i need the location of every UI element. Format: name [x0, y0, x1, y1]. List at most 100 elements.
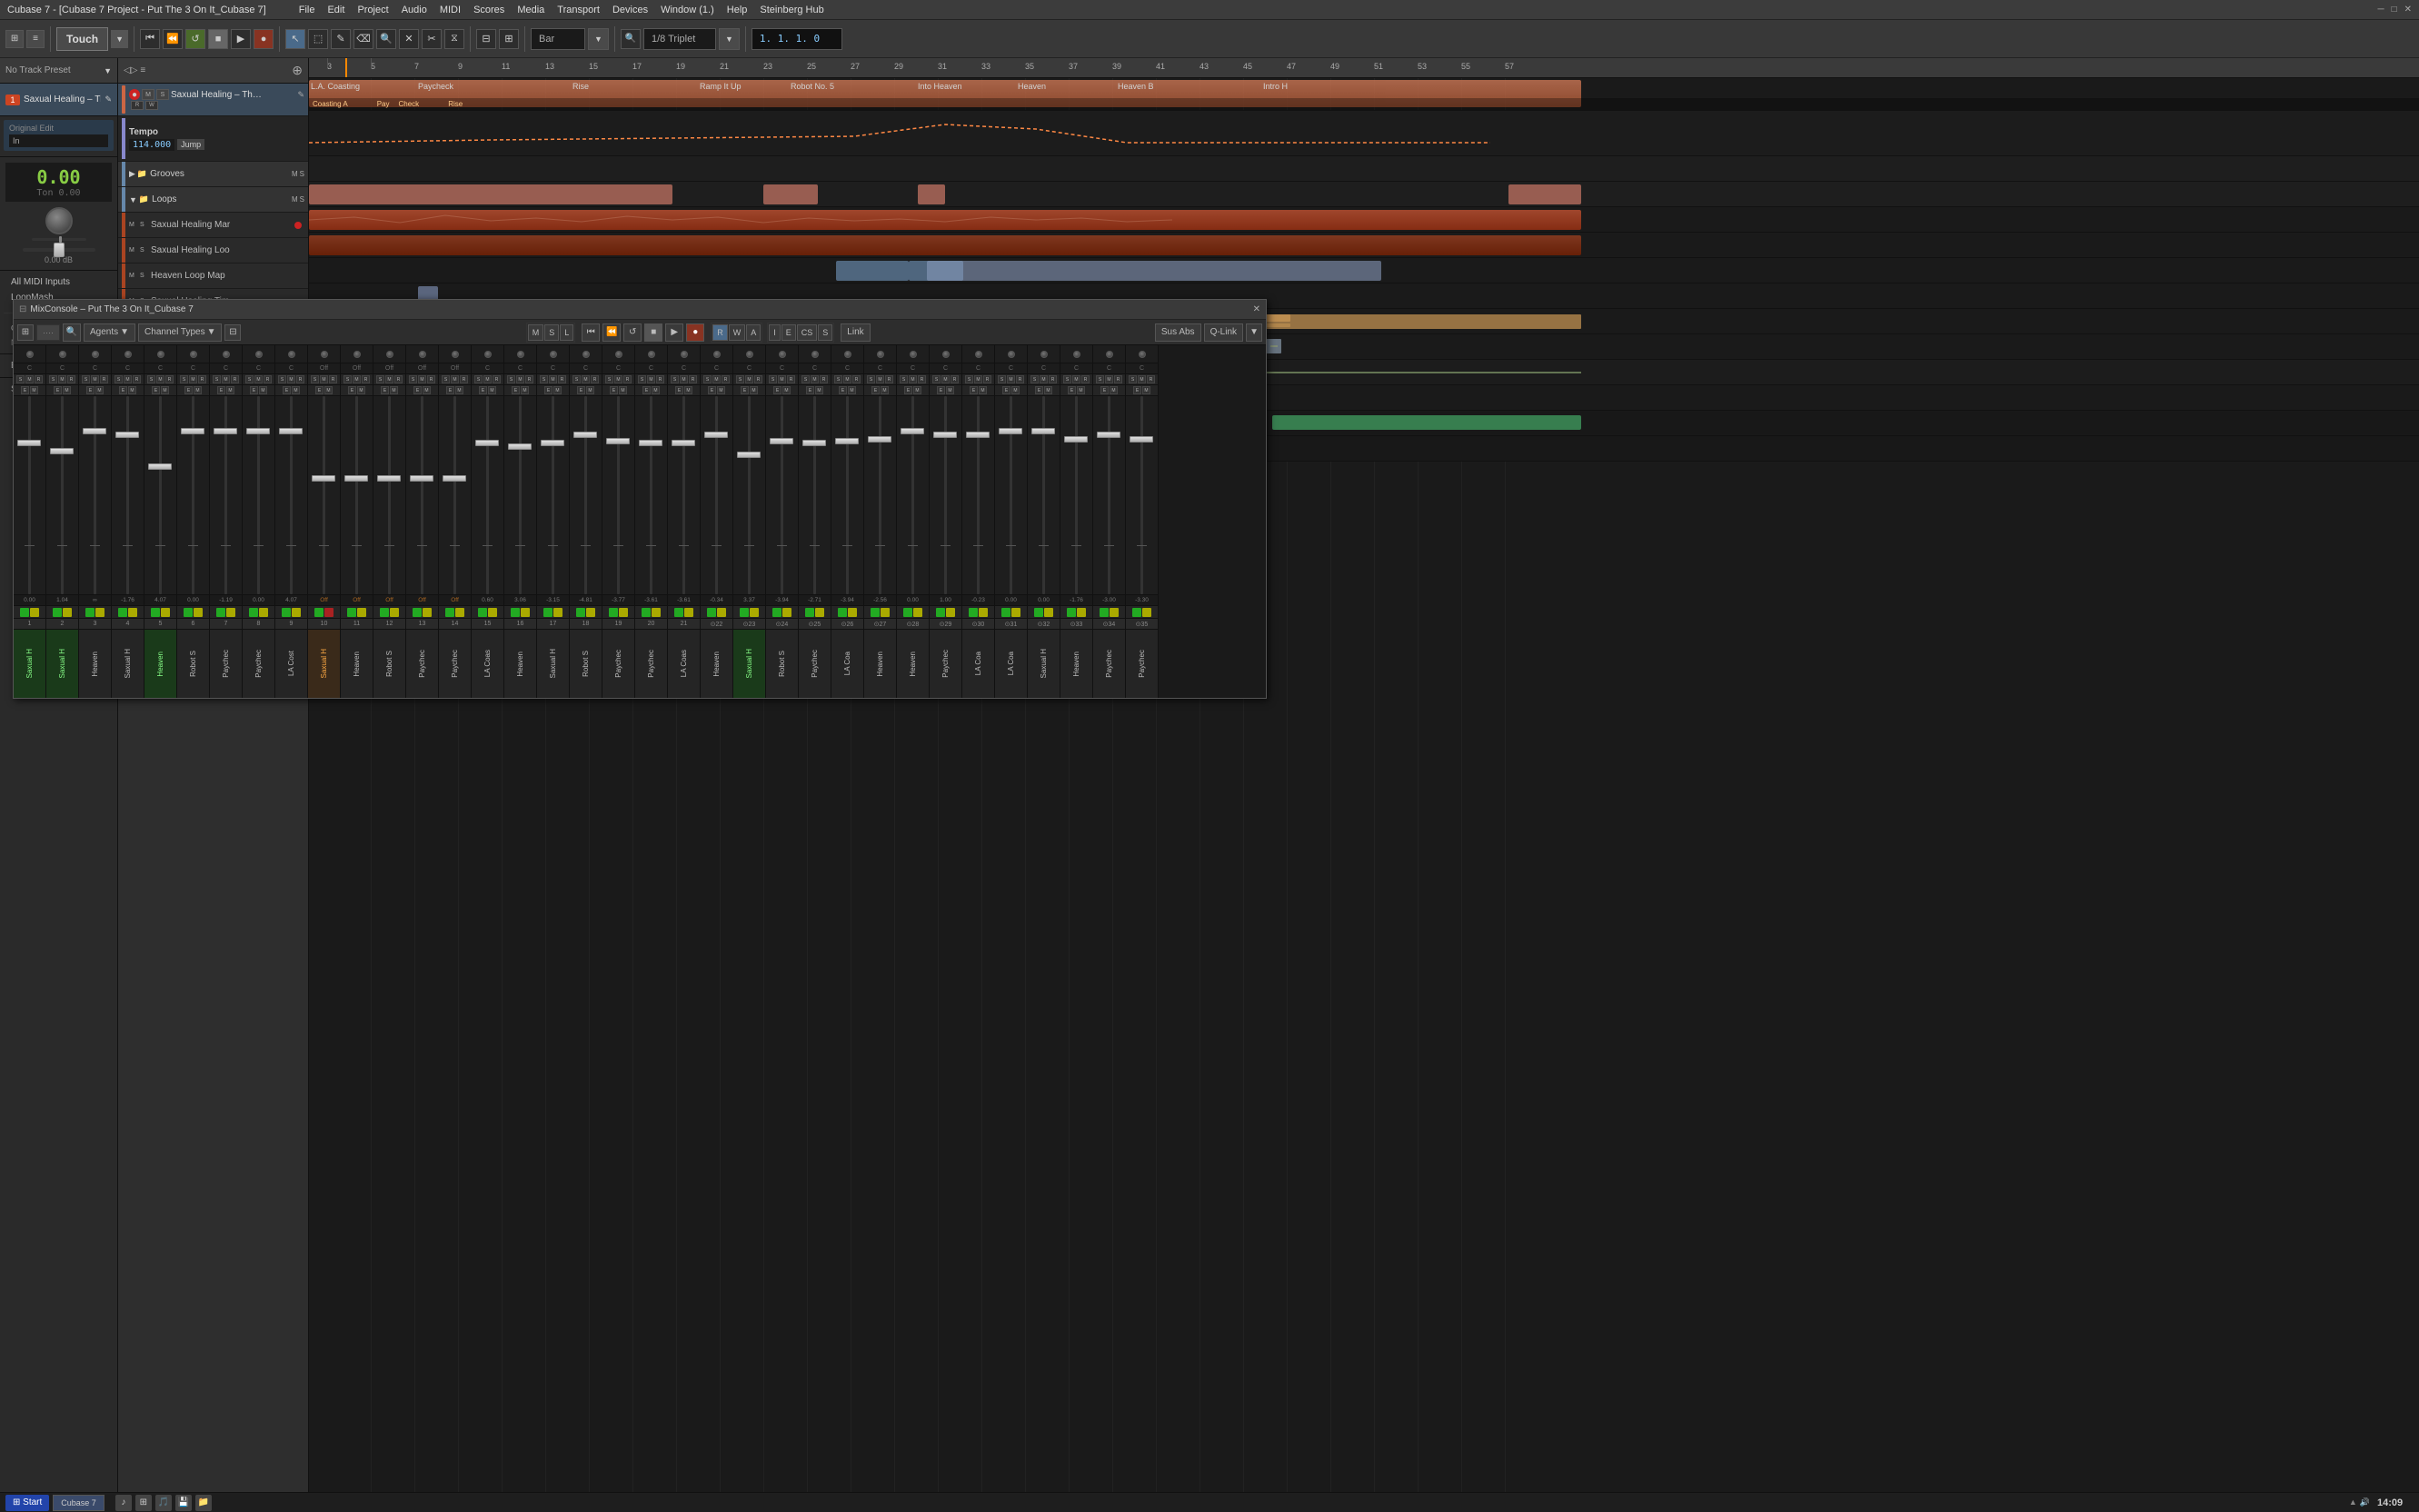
touch-mode-button[interactable]: Touch	[56, 27, 108, 51]
ch-35-name-area[interactable]: Paychec	[1126, 629, 1158, 698]
clip-strings-4[interactable]	[1272, 415, 1581, 430]
ch-23-insert-knob[interactable]	[733, 345, 765, 363]
ch-32-name-area[interactable]: Saxual H	[1028, 629, 1060, 698]
ch-25-btn-m2[interactable]: M	[815, 386, 823, 394]
ch-17-btn-green[interactable]	[543, 608, 552, 617]
ch-2-btn-s[interactable]: S	[49, 375, 57, 383]
snap-btn[interactable]: ⊟	[476, 29, 496, 49]
ch-29-btn-m2[interactable]: M	[946, 386, 954, 394]
ch-21-btn-green[interactable]	[674, 608, 683, 617]
mix-window-close[interactable]: ✕	[1253, 304, 1260, 314]
ch-12-insert-knob[interactable]	[373, 345, 405, 363]
window-minimize[interactable]: ─	[2377, 5, 2384, 15]
volume-icon[interactable]: 🔊	[2360, 1497, 2370, 1507]
ch-15-fader-track[interactable]	[486, 396, 489, 594]
ch-9-btn-r[interactable]: R	[296, 375, 304, 383]
ch-11-btn-yellow[interactable]	[357, 608, 366, 617]
ch-2-btn-r[interactable]: R	[67, 375, 75, 383]
track-row-grooves[interactable]: ▶ 📁 Grooves M S	[118, 162, 308, 187]
ch-17-btn-yellow[interactable]	[553, 608, 562, 617]
ch-20-fader-track[interactable]	[650, 396, 652, 594]
ch-19-btn-e[interactable]: E	[610, 386, 618, 394]
q-link-btn[interactable]: Q-Link	[1204, 323, 1243, 342]
ch-28-btn-green[interactable]	[903, 608, 912, 617]
mix-btn-s2[interactable]: S	[818, 324, 832, 341]
ch-12-btn-r[interactable]: R	[394, 375, 403, 383]
ch-26-name-area[interactable]: LA Coa	[831, 629, 863, 698]
ch-1-name-area[interactable]: Saxual H	[14, 629, 45, 698]
ch-20-btn-e[interactable]: E	[642, 386, 651, 394]
ch-2-btn-yellow[interactable]	[63, 608, 72, 617]
ch-2-fader-track[interactable]	[61, 396, 64, 594]
track-row-heaven-loop[interactable]: M S Heaven Loop Map	[118, 264, 308, 289]
ch-35-fader-track[interactable]	[1140, 396, 1143, 594]
mix-cycle[interactable]: ↺	[623, 323, 642, 342]
ch-23-btn-r[interactable]: R	[754, 375, 762, 383]
ch-21-btn-r[interactable]: R	[689, 375, 697, 383]
clip-loops-block4[interactable]	[1508, 184, 1581, 204]
track-1-solo[interactable]: S	[156, 89, 169, 100]
ch-21-btn-s[interactable]: S	[671, 375, 679, 383]
menu-window[interactable]: Window (1.)	[661, 5, 714, 15]
ch-7-fader-track[interactable]	[224, 396, 227, 594]
ch-17-btn-m[interactable]: M	[549, 375, 557, 383]
ch-16-btn-m2[interactable]: M	[521, 386, 529, 394]
menu-devices[interactable]: Devices	[612, 5, 648, 15]
ch-24-name-area[interactable]: Robot S	[766, 629, 798, 698]
ch-27-name-area[interactable]: Heaven	[864, 629, 896, 698]
ch-31-btn-s[interactable]: S	[998, 375, 1006, 383]
ch-22-btn-m[interactable]: M	[712, 375, 721, 383]
track-row-saxual-loo[interactable]: M S Saxual Healing Loo	[118, 238, 308, 264]
ch-9-fader-track[interactable]	[290, 396, 293, 594]
ch-12-fader-track[interactable]	[388, 396, 391, 594]
ch-29-btn-e[interactable]: E	[937, 386, 945, 394]
add-track-btn[interactable]: ⊕	[292, 63, 303, 78]
ch-28-name-area[interactable]: Heaven	[897, 629, 929, 698]
ch-23-name-area[interactable]: Saxual H	[733, 629, 765, 698]
ch-32-btn-green[interactable]	[1034, 608, 1043, 617]
rewind[interactable]: ⏪	[163, 29, 183, 49]
automation-btn[interactable]: ▼	[111, 30, 128, 48]
ch-14-fader-track[interactable]	[453, 396, 456, 594]
ch-8-fader-track[interactable]	[257, 396, 260, 594]
ch-33-btn-yellow[interactable]	[1077, 608, 1086, 617]
ch-25-btn-e[interactable]: E	[806, 386, 814, 394]
ch-15-btn-yellow[interactable]	[488, 608, 497, 617]
ch-14-btn-m2[interactable]: M	[455, 386, 463, 394]
ch-2-insert-knob[interactable]	[46, 345, 78, 363]
ch-21-btn-m[interactable]: M	[680, 375, 688, 383]
ch-7-btn-yellow[interactable]	[226, 608, 235, 617]
menu-edit[interactable]: Edit	[327, 5, 344, 15]
ch-31-btn-m2[interactable]: M	[1011, 386, 1020, 394]
loops-solo[interactable]: S	[300, 195, 304, 204]
ch-33-btn-m2[interactable]: M	[1077, 386, 1085, 394]
ch-24-btn-yellow[interactable]	[782, 608, 791, 617]
ch-10-btn-m[interactable]: M	[320, 375, 328, 383]
track-row-tempo[interactable]: Tempo 114.000 Jump	[118, 116, 308, 162]
ch-28-fader-track[interactable]	[911, 396, 914, 594]
ch-5-btn-s[interactable]: S	[147, 375, 155, 383]
ch-14-fader-thumb[interactable]	[443, 475, 466, 482]
ch-16-btn-yellow[interactable]	[521, 608, 530, 617]
track-heavenloop-m[interactable]: M	[129, 273, 138, 279]
ch-11-btn-green[interactable]	[347, 608, 356, 617]
ch-11-fader-thumb[interactable]	[344, 475, 368, 482]
split-tool[interactable]: ✂	[422, 29, 442, 49]
ch-17-name-area[interactable]: Saxual H	[537, 629, 569, 698]
ch-20-btn-r[interactable]: R	[656, 375, 664, 383]
mix-record[interactable]: ●	[686, 323, 704, 342]
ch-35-btn-r[interactable]: R	[1147, 375, 1155, 383]
ch-9-btn-s[interactable]: S	[278, 375, 286, 383]
ch-13-btn-m2[interactable]: M	[423, 386, 431, 394]
mix-btn-i[interactable]: I	[769, 324, 781, 341]
ch-33-btn-s[interactable]: S	[1063, 375, 1071, 383]
ch-6-btn-yellow[interactable]	[194, 608, 203, 617]
ch-5-btn-e[interactable]: E	[152, 386, 160, 394]
ch-18-fader-thumb[interactable]	[573, 432, 597, 438]
ch-32-btn-yellow[interactable]	[1044, 608, 1053, 617]
ch-21-btn-yellow[interactable]	[684, 608, 693, 617]
ch-12-btn-m[interactable]: M	[385, 375, 393, 383]
ch-26-btn-green[interactable]	[838, 608, 847, 617]
ch-4-btn-r[interactable]: R	[133, 375, 141, 383]
ch-25-name-area[interactable]: Paychec	[799, 629, 831, 698]
